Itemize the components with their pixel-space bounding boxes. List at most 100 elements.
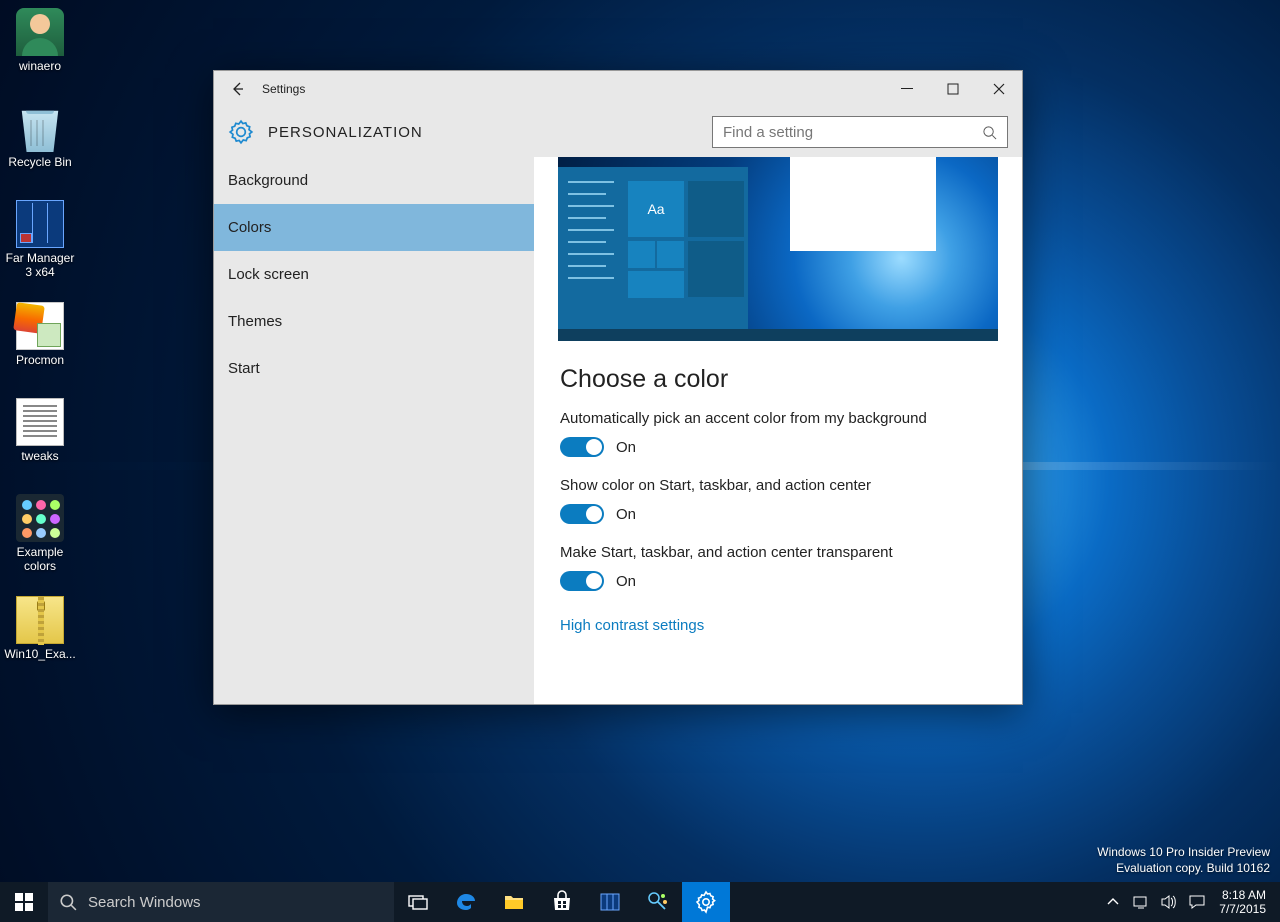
network-icon (1132, 893, 1150, 911)
sidebar-item-lock-screen[interactable]: Lock screen (214, 251, 534, 298)
settings-sidebar: Background Colors Lock screen Themes Sta… (214, 157, 534, 704)
preview-taskbar (558, 329, 998, 341)
icon-label: Example colors (2, 545, 78, 573)
sidebar-item-label: Start (228, 360, 260, 377)
recycle-bin-icon (16, 104, 64, 152)
minimize-icon (901, 83, 913, 95)
icon-label: Procmon (2, 353, 78, 367)
sidebar-item-themes[interactable]: Themes (214, 298, 534, 345)
speaker-icon (1160, 893, 1178, 911)
desktop-icon-winaero[interactable]: winaero (2, 8, 78, 73)
window-controls (884, 71, 1022, 107)
task-view-button[interactable] (394, 882, 442, 922)
search-placeholder: Find a setting (723, 124, 813, 141)
start-button[interactable] (0, 882, 48, 922)
setting-label: Show color on Start, taskbar, and action… (560, 477, 996, 494)
setting-auto-accent: Automatically pick an accent color from … (560, 410, 996, 457)
taskbar-app-far-manager[interactable] (586, 882, 634, 922)
toggle-auto-accent[interactable] (560, 437, 604, 457)
sidebar-item-label: Colors (228, 219, 271, 236)
gear-icon (694, 890, 718, 914)
titlebar[interactable]: Settings (214, 71, 1022, 107)
desktop-icon-example-colors[interactable]: Example colors (2, 494, 78, 573)
system-tray: 8:18 AM 7/7/2015 (1099, 882, 1280, 922)
sidebar-item-colors[interactable]: Colors (214, 204, 534, 251)
action-center-icon (1188, 893, 1206, 911)
sidebar-item-label: Background (228, 172, 308, 189)
sidebar-item-label: Lock screen (228, 266, 309, 283)
icon-label: Far Manager 3 x64 (2, 251, 78, 279)
close-icon (993, 83, 1005, 95)
chevron-up-icon (1107, 896, 1119, 908)
settings-body: Background Colors Lock screen Themes Sta… (214, 157, 1022, 704)
search-icon (48, 893, 88, 911)
folder-icon (502, 890, 526, 914)
section-heading: Choose a color (560, 365, 996, 394)
taskbar: Search Windows 8:18 AM (0, 882, 1280, 922)
toggle-state: On (616, 573, 636, 590)
gear-icon (228, 119, 254, 145)
taskbar-clock[interactable]: 8:18 AM 7/7/2015 (1211, 888, 1274, 916)
tray-network-button[interactable] (1127, 882, 1155, 922)
desktop-icon-far-manager[interactable]: Far Manager 3 x64 (2, 200, 78, 279)
zip-file-icon (16, 596, 64, 644)
desktop-icon-procmon[interactable]: Procmon (2, 302, 78, 367)
taskbar-search-input[interactable]: Search Windows (48, 882, 394, 922)
setting-label: Automatically pick an accent color from … (560, 410, 996, 427)
far-manager-icon (598, 890, 622, 914)
procmon-icon (16, 302, 64, 350)
taskbar-app-edge[interactable] (442, 882, 490, 922)
taskbar-app-procmon[interactable] (634, 882, 682, 922)
search-placeholder: Search Windows (88, 894, 201, 911)
watermark-line2: Evaluation copy. Build 10162 (1097, 860, 1270, 876)
edge-icon (454, 890, 478, 914)
taskbar-app-store[interactable] (538, 882, 586, 922)
preview-start-panel: Aa (558, 167, 748, 329)
toggle-transparency[interactable] (560, 571, 604, 591)
settings-header: PERSONALIZATION Find a setting (214, 107, 1022, 157)
desktop-icon-recycle-bin[interactable]: Recycle Bin (2, 104, 78, 169)
color-preview: Aa (558, 157, 998, 341)
close-button[interactable] (976, 71, 1022, 107)
taskbar-app-explorer[interactable] (490, 882, 538, 922)
toggle-state: On (616, 439, 636, 456)
arrow-left-icon (230, 81, 246, 97)
settings-search-input[interactable]: Find a setting (712, 116, 1008, 148)
setting-transparency: Make Start, taskbar, and action center t… (560, 544, 996, 591)
high-contrast-link[interactable]: High contrast settings (560, 617, 704, 634)
setting-label: Make Start, taskbar, and action center t… (560, 544, 996, 561)
procmon-icon (646, 890, 670, 914)
tray-overflow-button[interactable] (1099, 882, 1127, 922)
minimize-button[interactable] (884, 71, 930, 107)
toggle-state: On (616, 506, 636, 523)
desktop-icon-win10-exa[interactable]: Win10_Exa... (2, 596, 78, 661)
icon-label: Win10_Exa... (2, 647, 78, 661)
maximize-button[interactable] (930, 71, 976, 107)
search-icon (982, 125, 997, 140)
far-manager-icon (16, 200, 64, 248)
desktop[interactable]: winaero Recycle Bin Far Manager 3 x64 Pr… (0, 0, 1280, 922)
clock-date: 7/7/2015 (1219, 902, 1266, 916)
text-file-icon (16, 398, 64, 446)
tray-action-center-button[interactable] (1183, 882, 1211, 922)
icon-label: Recycle Bin (2, 155, 78, 169)
sidebar-item-start[interactable]: Start (214, 345, 534, 392)
icon-label: tweaks (2, 449, 78, 463)
task-view-icon (406, 890, 430, 914)
back-button[interactable] (214, 81, 262, 97)
setting-show-color: Show color on Start, taskbar, and action… (560, 477, 996, 524)
toggle-show-color[interactable] (560, 504, 604, 524)
preview-sample-tile: Aa (628, 181, 684, 237)
watermark-line1: Windows 10 Pro Insider Preview (1097, 844, 1270, 860)
window-title: Settings (262, 82, 305, 96)
settings-content: Aa Choose a color Automatically pick an … (534, 157, 1022, 704)
preview-window (790, 157, 936, 251)
taskbar-app-settings[interactable] (682, 882, 730, 922)
theme-file-icon (16, 494, 64, 542)
icon-label: winaero (2, 59, 78, 73)
clock-time: 8:18 AM (1219, 888, 1266, 902)
tray-volume-button[interactable] (1155, 882, 1183, 922)
desktop-icon-tweaks[interactable]: tweaks (2, 398, 78, 463)
sidebar-item-background[interactable]: Background (214, 157, 534, 204)
sidebar-item-label: Themes (228, 313, 282, 330)
